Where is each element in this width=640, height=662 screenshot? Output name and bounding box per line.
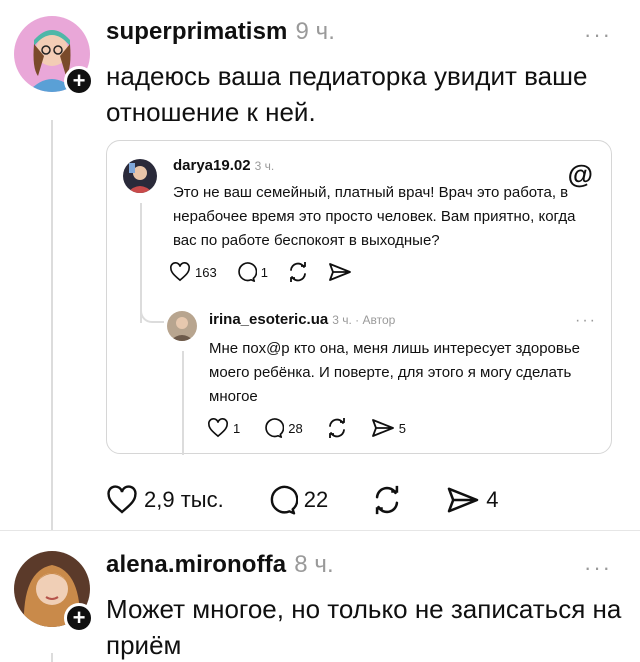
comment-button[interactable]: 1: [235, 261, 268, 283]
thread-line: [51, 653, 53, 662]
more-options-icon[interactable]: ···: [584, 24, 612, 46]
heart-icon: [208, 418, 228, 438]
more-options-icon[interactable]: ···: [575, 313, 597, 329]
reply-text: Мне пох@р кто она, меня лишь интересует …: [209, 340, 581, 405]
post-alena-mironoffa: + alena.mironoffa 8 ч. ··· Может многое, …: [0, 531, 640, 662]
share-count: 4: [486, 487, 499, 512]
repost-button[interactable]: [370, 484, 404, 516]
avatar[interactable]: [167, 311, 197, 341]
reply-connector: [140, 301, 164, 323]
heart-icon: [107, 485, 137, 514]
share-count: 5: [398, 420, 406, 436]
comment-button[interactable]: 22: [266, 484, 328, 516]
follow-plus-icon[interactable]: +: [64, 603, 94, 633]
like-button[interactable]: 163: [169, 262, 217, 282]
repost-icon: [290, 262, 306, 282]
post-text: Может многое, но только не записаться на…: [106, 594, 622, 660]
reply-time: 3 ч. · Автор: [332, 313, 396, 327]
comment-icon: [270, 485, 298, 515]
share-button[interactable]: 4: [446, 486, 498, 514]
repost-icon: [375, 485, 399, 515]
quoted-username[interactable]: darya19.02 3 ч.: [173, 157, 274, 174]
like-button[interactable]: 2,9 тыс.: [106, 485, 224, 515]
comment-icon: [265, 418, 285, 438]
post-username[interactable]: alena.mironoffa 8 ч.: [106, 551, 334, 579]
like-count: 2,9 тыс.: [144, 487, 224, 512]
follow-plus-icon[interactable]: +: [64, 66, 94, 96]
comment-count: 1: [260, 264, 268, 280]
share-button[interactable]: 5: [371, 418, 406, 438]
send-icon: [371, 419, 394, 437]
repost-button[interactable]: [286, 261, 310, 283]
comment-button[interactable]: 28: [262, 417, 303, 439]
comment-count: 28: [288, 420, 303, 436]
quoted-time: 3 ч.: [254, 159, 275, 173]
more-options-icon[interactable]: ···: [584, 557, 612, 579]
post-time: 9 ч.: [295, 18, 336, 45]
send-icon: [329, 263, 351, 281]
reply-username[interactable]: irina_esoteric.ua 3 ч. · Автор: [209, 311, 395, 328]
thread-line: [51, 120, 53, 530]
post-time: 8 ч.: [294, 551, 334, 578]
repost-icon: [328, 418, 345, 438]
comment-count: 22: [303, 487, 329, 512]
avatar[interactable]: [123, 159, 157, 193]
quoted-text: Это не ваш семейный, платный врач! Врач …: [173, 184, 576, 249]
like-button[interactable]: 1: [207, 418, 240, 438]
like-count: 163: [195, 264, 217, 280]
post-actions: 2,9 тыс. 22 4: [106, 480, 540, 520]
repost-button[interactable]: [325, 417, 349, 439]
post-text: надеюсь ваша педиаторка увидит ваше отно…: [106, 61, 588, 127]
thread-line: [182, 351, 184, 455]
post-superprimatism: + superprimatism 9 ч. ··· надеюсь ваша пе…: [0, 0, 640, 530]
post-username[interactable]: superprimatism 9 ч.: [106, 18, 335, 46]
heart-icon: [170, 262, 190, 282]
comment-icon: [237, 262, 257, 282]
send-icon: [447, 487, 479, 513]
reply-actions: 1 28 5: [207, 417, 424, 439]
share-button[interactable]: [328, 262, 352, 282]
quoted-thread-card[interactable]: @ darya19.02 3 ч. Это не ваш семейный, пл…: [106, 140, 612, 455]
like-count: 1: [233, 420, 241, 436]
quoted-actions: 163 1: [169, 261, 370, 283]
